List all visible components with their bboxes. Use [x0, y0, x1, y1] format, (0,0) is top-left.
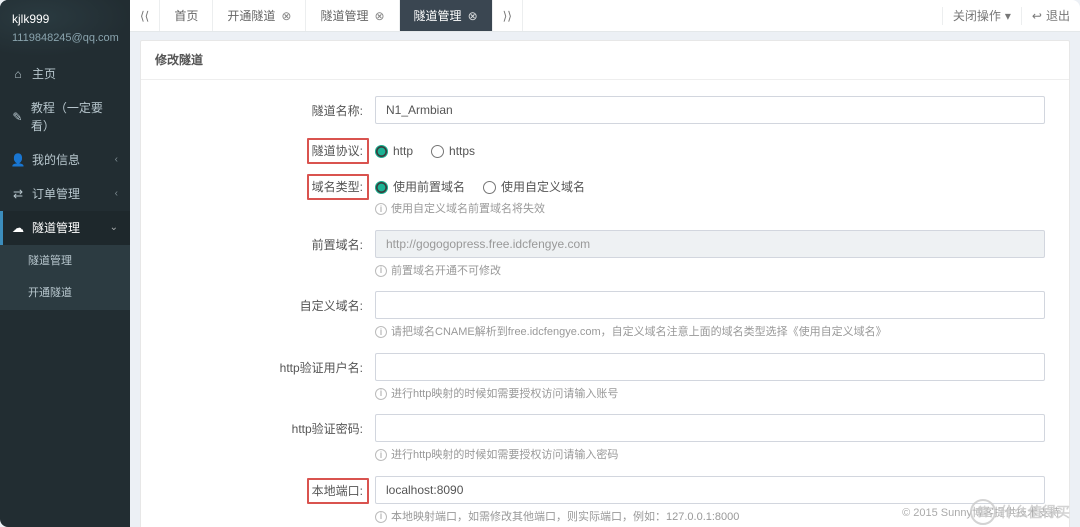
info-icon: i — [375, 203, 387, 215]
user-mail: 1119848245@qq.com — [12, 30, 120, 47]
next-tabs-button[interactable]: ⟩⟩ — [493, 0, 523, 31]
local-port-input[interactable] — [375, 476, 1045, 504]
topbar: ⟨⟨ 首页 开通隧道⊗ 隧道管理⊗ 隧道管理⊗ ⟩⟩ 关闭操作▾ ↩退出 — [130, 0, 1080, 32]
close-icon[interactable]: ⊗ — [374, 7, 384, 25]
label-custom-domain: 自定义域名: — [165, 291, 375, 315]
sidebar-item-profile[interactable]: 👤 我的信息 ‹ — [0, 143, 130, 177]
tab-open-tunnel[interactable]: 开通隧道⊗ — [213, 0, 306, 31]
tab-tunnel-manage[interactable]: 隧道管理⊗ — [306, 0, 399, 31]
label-http-pass: http验证密码: — [165, 414, 375, 438]
radio-custom-domain[interactable]: 使用自定义域名 — [483, 178, 585, 196]
info-icon: i — [375, 265, 387, 277]
double-chevron-right-icon: ⟩⟩ — [503, 7, 512, 25]
help-custom-domain: i请把域名CNAME解析到free.idcfengye.com，自定义域名注意上… — [375, 324, 1045, 341]
collapse-tabs-button[interactable]: ⟨⟨ — [130, 0, 160, 31]
custom-domain-input[interactable] — [375, 291, 1045, 319]
info-icon: i — [375, 388, 387, 400]
help-domain-type: i使用自定义域名前置域名将失效 — [375, 201, 1045, 218]
chevron-left-icon: ‹ — [115, 186, 118, 201]
edit-tunnel-panel: 修改隧道 隧道名称: 隧道协议: http https — [140, 40, 1070, 527]
label-preset-domain: 前置域名: — [165, 230, 375, 254]
sidebar-item-label: 订单管理 — [32, 185, 80, 203]
sidebar-item-label: 开通隧道 — [28, 285, 72, 302]
tunnel-name-input[interactable] — [375, 96, 1045, 124]
info-icon: i — [375, 511, 387, 523]
info-icon: i — [375, 449, 387, 461]
close-icon[interactable]: ⊗ — [281, 7, 291, 25]
label-domain-type: 域名类型: — [165, 172, 375, 196]
sidebar: kjlk999 1119848245@qq.com ⌂ 主页 ✎ 教程（一定要看… — [0, 0, 130, 527]
sidebar-item-home[interactable]: ⌂ 主页 — [0, 57, 130, 91]
sidebar-item-label: 主页 — [32, 65, 56, 83]
tab-home[interactable]: 首页 — [160, 0, 213, 31]
radio-http[interactable]: http — [375, 142, 413, 160]
sidebar-item-label: 我的信息 — [32, 151, 80, 169]
sidebar-item-label: 隧道管理 — [32, 219, 80, 237]
http-pass-input[interactable] — [375, 414, 1045, 442]
user-panel: kjlk999 1119848245@qq.com — [0, 0, 130, 57]
info-icon: i — [375, 326, 387, 338]
help-preset-domain: i前置域名开通不可修改 — [375, 263, 1045, 280]
http-user-input[interactable] — [375, 353, 1045, 381]
home-icon: ⌂ — [12, 65, 24, 83]
sidebar-item-label: 隧道管理 — [28, 253, 72, 270]
close-icon[interactable]: ⊗ — [468, 7, 478, 25]
sidebar-sub-manage[interactable]: 隧道管理 — [0, 245, 130, 278]
user-icon: 👤 — [12, 151, 24, 169]
chevron-down-icon: ⌄ — [110, 220, 118, 235]
tab-tunnel-manage-active[interactable]: 隧道管理⊗ — [400, 0, 493, 31]
radio-https[interactable]: https — [431, 142, 475, 160]
radio-preset-domain[interactable]: 使用前置域名 — [375, 178, 465, 196]
chevron-down-icon: ▾ — [1005, 7, 1011, 25]
double-chevron-left-icon: ⟨⟨ — [140, 7, 149, 25]
label-local-port: 本地端口: — [165, 476, 375, 500]
label-http-user: http验证用户名: — [165, 353, 375, 377]
book-icon: ✎ — [12, 108, 23, 126]
help-http-user: i进行http映射的时候如需要授权访问请输入账号 — [375, 386, 1045, 403]
sidebar-sub-open[interactable]: 开通隧道 — [0, 277, 130, 310]
chevron-left-icon: ‹ — [115, 152, 118, 167]
sidebar-menu: ⌂ 主页 ✎ 教程（一定要看） 👤 我的信息 ‹ ⇄ 订单管理 ‹ ☁ 隧道管理… — [0, 57, 130, 310]
orders-icon: ⇄ — [12, 185, 24, 203]
logout-icon: ↩ — [1032, 7, 1042, 25]
sidebar-item-orders[interactable]: ⇄ 订单管理 ‹ — [0, 177, 130, 211]
copyright: © 2015 Sunny博客提供技术支持 — [902, 505, 1060, 522]
sidebar-item-label: 教程（一定要看） — [31, 99, 118, 135]
help-http-pass: i进行http映射的时候如需要授权访问请输入密码 — [375, 447, 1045, 464]
user-name: kjlk999 — [12, 10, 120, 28]
logout-button[interactable]: ↩退出 — [1021, 7, 1080, 25]
preset-domain-input — [375, 230, 1045, 258]
cloud-icon: ☁ — [12, 219, 24, 237]
sidebar-item-tutorial[interactable]: ✎ 教程（一定要看） — [0, 91, 130, 143]
close-ops-dropdown[interactable]: 关闭操作▾ — [942, 7, 1021, 25]
sidebar-item-tunnels[interactable]: ☁ 隧道管理 ⌄ — [0, 211, 130, 245]
label-tunnel-name: 隧道名称: — [165, 96, 375, 120]
panel-title: 修改隧道 — [141, 41, 1069, 80]
label-protocol: 隧道协议: — [165, 136, 375, 160]
